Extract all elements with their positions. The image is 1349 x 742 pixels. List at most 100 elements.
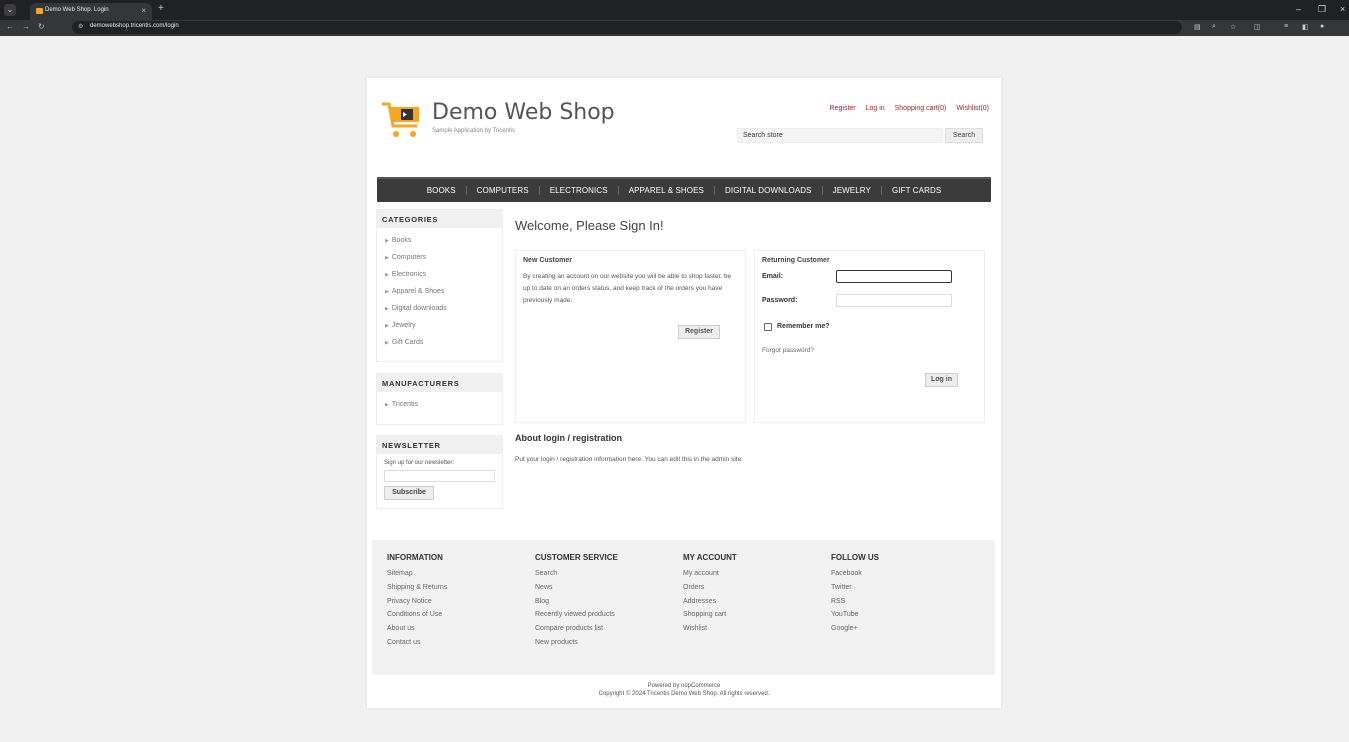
menu-electronics[interactable]: ELECTRONICS [540, 186, 618, 195]
footer-link[interactable]: Recently viewed products [535, 611, 618, 625]
close-window-icon[interactable]: × [1340, 4, 1345, 14]
returning-customer-title: Returning Customer [762, 257, 830, 264]
address-bar[interactable]: ⚙ demowebshop.tricentis.com/login [72, 21, 1182, 34]
footer-link[interactable]: Twitter [831, 584, 879, 598]
browser-toolbar: ← → ↻ ⚙ demowebshop.tricentis.com/login … [0, 20, 1349, 36]
footer-column-title: INFORMATION [387, 553, 443, 562]
footer-link[interactable]: Compare products list [535, 625, 618, 639]
powered-by-link[interactable]: Powered by nopCommerce [367, 682, 1001, 690]
footer-link[interactable]: News [535, 584, 618, 598]
browser-tab-bar: ⌄ Demo Web Shop. Login × + – ❐ × [0, 0, 1349, 20]
menu-digital-downloads[interactable]: DIGITAL DOWNLOADS [715, 186, 822, 195]
reading-list-icon[interactable]: ≡ [1284, 23, 1288, 30]
footer-link[interactable]: Wishlist [683, 625, 737, 639]
bookmark-star-icon[interactable]: ☆ [1230, 23, 1236, 31]
menu-gift-cards[interactable]: GIFT CARDS [882, 186, 951, 195]
shopping-cart-link[interactable]: Shopping cart(0) [895, 105, 947, 112]
search-input[interactable]: Search store [737, 128, 943, 143]
powered-by: Powered by nopCommerce Copyright © 2024 … [367, 682, 1001, 698]
tab-close-icon[interactable]: × [141, 6, 146, 15]
category-item[interactable]: ▶ Apparel & Shoes [377, 283, 502, 300]
newsletter-title: NEWSLETTER [377, 436, 502, 454]
category-item[interactable]: ▶ Computers [377, 249, 502, 266]
category-item[interactable]: ▶ Electronics [377, 266, 502, 283]
tab-title: Demo Web Shop. Login [45, 7, 109, 13]
register-link[interactable]: Register [830, 105, 856, 112]
arrow-right-icon: ▶ [385, 288, 389, 295]
footer-my-account-column: MY ACCOUNT My account Orders Addresses S… [683, 553, 737, 639]
menu-computers[interactable]: COMPUTERS [467, 186, 539, 195]
category-item[interactable]: ▶ Jewelry [377, 317, 502, 334]
category-item[interactable]: ▶ Gift Cards [377, 334, 502, 351]
extensions-icon[interactable]: ◫ [1254, 23, 1261, 31]
search-button[interactable]: Search [945, 128, 983, 143]
tab-search-icon[interactable]: ⌄ [4, 4, 16, 16]
footer-link[interactable]: Shopping cart [683, 611, 737, 625]
logo-title[interactable]: Demo Web Shop [432, 100, 615, 125]
page-container: Demo Web Shop Sample Application by Tric… [367, 78, 1001, 708]
footer-link[interactable]: Search [535, 570, 618, 584]
category-item[interactable]: ▶ Digital downloads [377, 300, 502, 317]
browser-tab[interactable]: Demo Web Shop. Login × [30, 3, 152, 20]
minimize-icon[interactable]: – [1296, 4, 1301, 14]
footer-link[interactable]: Sitemap [387, 570, 447, 584]
arrow-right-icon: ▶ [385, 237, 389, 244]
cart-favicon-icon [36, 8, 43, 14]
menu-jewelry[interactable]: JEWELRY [823, 186, 881, 195]
footer-link[interactable]: Privacy Notice [387, 598, 447, 612]
newsletter-text: Sign up for our newsletter: [384, 460, 455, 466]
profile-avatar-icon[interactable]: ● [1320, 23, 1324, 30]
footer-link[interactable]: Google+ [831, 625, 879, 639]
back-icon[interactable]: ← [6, 22, 14, 31]
forgot-password-link[interactable]: Forgot password? [762, 347, 814, 354]
reload-icon[interactable]: ↻ [38, 22, 45, 31]
footer-link[interactable]: Shipping & Returns [387, 584, 447, 598]
footer-follow-us-column: FOLLOW US Facebook Twitter RSS YouTube G… [831, 553, 879, 639]
restore-icon[interactable]: ❐ [1318, 4, 1326, 15]
newsletter-email-input[interactable] [384, 470, 495, 482]
password-field[interactable] [836, 294, 952, 307]
login-link[interactable]: Log in [866, 105, 885, 112]
new-tab-icon[interactable]: + [158, 3, 164, 14]
menu-apparel-shoes[interactable]: APPAREL & SHOES [619, 186, 714, 195]
new-customer-panel: New Customer By creating an account on o… [515, 250, 746, 423]
wishlist-link[interactable]: Wishlist(0) [956, 105, 989, 112]
email-field[interactable] [836, 270, 952, 283]
footer-column-title: CUSTOMER SERVICE [535, 553, 618, 562]
returning-customer-panel: Returning Customer Email: Password: Reme… [754, 250, 985, 423]
footer-link[interactable]: Facebook [831, 570, 879, 584]
side-panel-icon[interactable]: ◧ [1302, 23, 1309, 31]
login-button[interactable]: Log in [925, 373, 958, 387]
footer-link[interactable]: My account [683, 570, 737, 584]
footer-link[interactable]: Orders [683, 584, 737, 598]
footer-column-title: FOLLOW US [831, 553, 879, 562]
arrow-right-icon: ▶ [385, 254, 389, 261]
menu-books[interactable]: BOOKS [417, 186, 466, 195]
remember-me-checkbox[interactable] [764, 323, 772, 331]
zoom-icon[interactable]: ⌕ [1212, 23, 1216, 31]
footer-link[interactable]: About us [387, 625, 447, 639]
footer-link[interactable]: Contact us [387, 639, 447, 653]
footer-link[interactable]: Blog [535, 598, 618, 612]
translate-icon[interactable]: ▤ [1194, 23, 1201, 31]
manufacturer-item[interactable]: ▶ Tricentis [377, 396, 502, 413]
categories-block: CATEGORIES ▶ Books ▶ Computers ▶ Electronic… [376, 209, 503, 362]
forward-icon[interactable]: → [22, 22, 30, 31]
password-label: Password: [762, 297, 798, 304]
register-button[interactable]: Register [678, 325, 720, 339]
footer-link[interactable]: New products [535, 639, 618, 653]
footer-link[interactable]: RSS [831, 598, 879, 612]
footer-customer-service-column: CUSTOMER SERVICE Search News Blog Recent… [535, 553, 618, 653]
new-customer-text: By creating an account on our website yo… [523, 273, 732, 304]
footer-information-column: INFORMATION Sitemap Shipping & Returns P… [387, 553, 447, 653]
footer-link[interactable]: Addresses [683, 598, 737, 612]
footer-link[interactable]: Conditions of Use [387, 611, 447, 625]
shopping-cart-logo-icon[interactable] [381, 100, 423, 140]
subscribe-button[interactable]: Subscribe [384, 486, 434, 500]
arrow-right-icon: ▶ [385, 305, 389, 312]
footer-link[interactable]: YouTube [831, 611, 879, 625]
category-item[interactable]: ▶ Books [377, 232, 502, 249]
remember-me-label[interactable]: Remember me? [777, 323, 830, 330]
about-title: About login / registration [515, 433, 622, 443]
site-info-icon[interactable]: ⚙ [78, 23, 83, 30]
